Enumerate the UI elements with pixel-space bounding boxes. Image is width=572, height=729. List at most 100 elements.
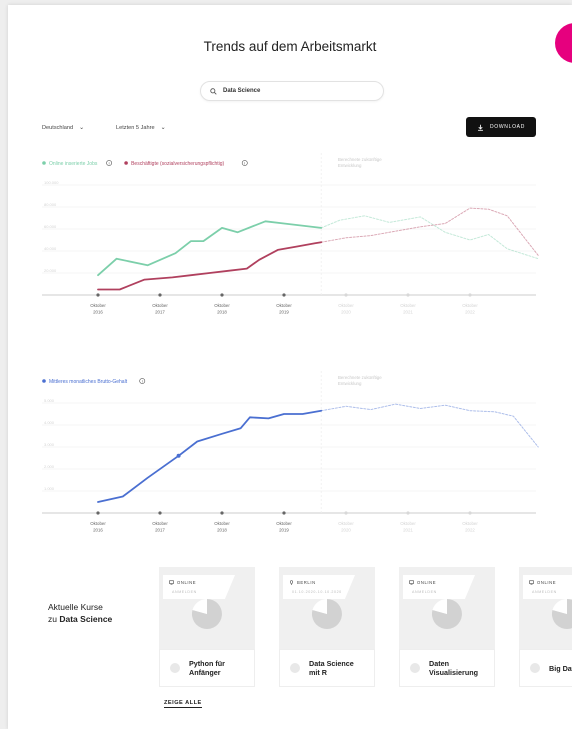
x-tick-dot bbox=[158, 511, 162, 515]
period-dropdown-label: Letzten 5 Jahre bbox=[116, 125, 155, 131]
course-pie-icon bbox=[551, 598, 572, 629]
download-button[interactable]: DOWNLOAD bbox=[466, 117, 536, 137]
series-line bbox=[97, 241, 323, 291]
courses-heading-topic: Data Science bbox=[59, 614, 113, 624]
course-pie-icon bbox=[311, 598, 342, 629]
x-tick-dot bbox=[468, 511, 472, 515]
region-dropdown[interactable]: Deutschland ⌄ bbox=[42, 124, 84, 131]
course-card[interactable]: ONLINE ANMELDEN Big Data bbox=[519, 567, 572, 687]
x-tick-label: 2022 bbox=[465, 310, 475, 315]
x-tick-label: 2016 bbox=[93, 310, 103, 315]
x-tick-dot bbox=[406, 511, 410, 515]
course-name-line1: Daten bbox=[429, 659, 449, 668]
x-tick-label: Oktober bbox=[400, 521, 416, 526]
x-tick-label: Oktober bbox=[462, 303, 478, 308]
course-icon bbox=[530, 663, 540, 673]
info-icon-glyph: i bbox=[109, 161, 110, 166]
course-card[interactable]: BERLIN 01.10.2020-10.10.2020 Data Science m… bbox=[279, 567, 375, 687]
course-location: ONLINE bbox=[417, 580, 437, 585]
x-tick-dot bbox=[220, 293, 224, 297]
x-tick-label: Oktober bbox=[90, 303, 106, 308]
salary-chart: Mittleres monatliches Brutto-Gehalt i Bere… bbox=[42, 371, 539, 533]
legend-label: Mittleres monatliches Brutto-Gehalt bbox=[49, 379, 128, 385]
course-location: ONLINE bbox=[537, 580, 557, 585]
x-tick-label: Oktober bbox=[338, 303, 354, 308]
course-icon bbox=[290, 663, 300, 673]
course-name: Big Data bbox=[549, 664, 572, 673]
period-dropdown[interactable]: Letzten 5 Jahre ⌄ bbox=[116, 124, 166, 131]
monitor-icon bbox=[169, 580, 174, 585]
x-tick-label: 2020 bbox=[341, 310, 351, 315]
legend-marker bbox=[42, 379, 46, 383]
y-tick-label: 80.000 bbox=[44, 202, 57, 207]
course-footer: Python für Anfänger bbox=[159, 649, 255, 687]
info-icon-glyph: i bbox=[142, 379, 143, 384]
x-tick-dot bbox=[158, 293, 162, 297]
x-tick-label: Oktober bbox=[214, 521, 230, 526]
course-location: BERLIN bbox=[297, 580, 316, 585]
x-tick-dot bbox=[344, 293, 348, 297]
course-location: ONLINE bbox=[177, 580, 197, 585]
course-name-line2: Anfänger bbox=[189, 668, 221, 677]
x-tick-label: 2017 bbox=[155, 528, 165, 533]
x-tick-label: Oktober bbox=[214, 303, 230, 308]
x-tick-label: 2019 bbox=[279, 310, 289, 315]
course-tag: ONLINE ANMELDEN bbox=[163, 575, 235, 599]
course-name: Data Science mit R bbox=[309, 659, 354, 677]
x-tick-label: Oktober bbox=[276, 521, 292, 526]
course-subtext: ANMELDEN bbox=[412, 590, 437, 594]
chevron-down-icon: ⌄ bbox=[79, 125, 85, 131]
course-card[interactable]: ONLINE ANMELDEN Python für Anfänger bbox=[159, 567, 255, 687]
course-footer: Data Science mit R bbox=[279, 649, 375, 687]
course-footer: Big Data bbox=[519, 649, 572, 687]
forecast-label: Berechnete zukünftige bbox=[338, 375, 382, 380]
legend-marker bbox=[124, 161, 128, 165]
pin-icon bbox=[290, 580, 293, 585]
x-tick-label: Oktober bbox=[338, 521, 354, 526]
course-subtext: ANMELDEN bbox=[172, 590, 197, 594]
jobs-chart: Online inserierte Jobs i Beschäftigte (soz… bbox=[42, 153, 539, 315]
y-tick-label: 5.000 bbox=[44, 398, 55, 403]
forecast-series-line bbox=[320, 207, 539, 256]
page-title: Trends auf dem Arbeitsmarkt bbox=[203, 39, 377, 54]
monitor-icon bbox=[529, 580, 534, 585]
y-tick-label: 100.000 bbox=[44, 180, 59, 185]
x-tick-label: Oktober bbox=[152, 521, 168, 526]
download-icon bbox=[478, 124, 483, 131]
x-tick-dot bbox=[406, 293, 410, 297]
course-name-line1: Big Data bbox=[549, 663, 572, 673]
course-tag: BERLIN 01.10.2020-10.10.2020 bbox=[283, 575, 355, 599]
course-tag: ONLINE ANMELDEN bbox=[523, 575, 572, 599]
legend-label: Online inserierte Jobs bbox=[49, 161, 98, 167]
x-tick-label: Oktober bbox=[276, 303, 292, 308]
x-tick-label: 2018 bbox=[217, 528, 227, 533]
course-icon bbox=[410, 663, 420, 673]
y-tick-label: 3.000 bbox=[44, 442, 55, 447]
search-icon bbox=[210, 87, 217, 95]
search-input[interactable]: Data Science bbox=[200, 81, 384, 101]
course-card[interactable]: ONLINE ANMELDEN Daten Visualisierung bbox=[399, 567, 495, 687]
y-tick-label: 20.000 bbox=[44, 268, 57, 273]
x-tick-label: Oktober bbox=[400, 303, 416, 308]
course-footer: Daten Visualisierung bbox=[399, 649, 495, 687]
x-tick-label: Oktober bbox=[152, 303, 168, 308]
region-dropdown-label: Deutschland bbox=[42, 125, 74, 131]
course-name-line2: Visualisierung bbox=[429, 668, 478, 677]
x-tick-dot bbox=[96, 293, 100, 297]
course-name-line1: Data Science bbox=[309, 659, 354, 668]
x-tick-dot bbox=[282, 293, 286, 297]
x-tick-label: 2022 bbox=[465, 528, 475, 533]
x-tick-label: 2021 bbox=[403, 310, 413, 315]
courses-heading: Aktuelle Kurse zu Data Science bbox=[48, 601, 112, 625]
x-tick-label: 2020 bbox=[341, 528, 351, 533]
x-tick-label: 2019 bbox=[279, 528, 289, 533]
course-name: Daten Visualisierung bbox=[429, 659, 478, 677]
course-pie-icon bbox=[191, 598, 222, 629]
y-tick-label: 40.000 bbox=[44, 246, 57, 251]
course-icon bbox=[170, 663, 180, 673]
info-icon-glyph: i bbox=[244, 161, 245, 166]
forecast-series-line bbox=[320, 403, 539, 448]
course-name: Python für Anfänger bbox=[189, 659, 225, 677]
show-all-link[interactable]: ZEIGE ALLE bbox=[164, 700, 202, 708]
course-pie-icon bbox=[431, 598, 462, 629]
